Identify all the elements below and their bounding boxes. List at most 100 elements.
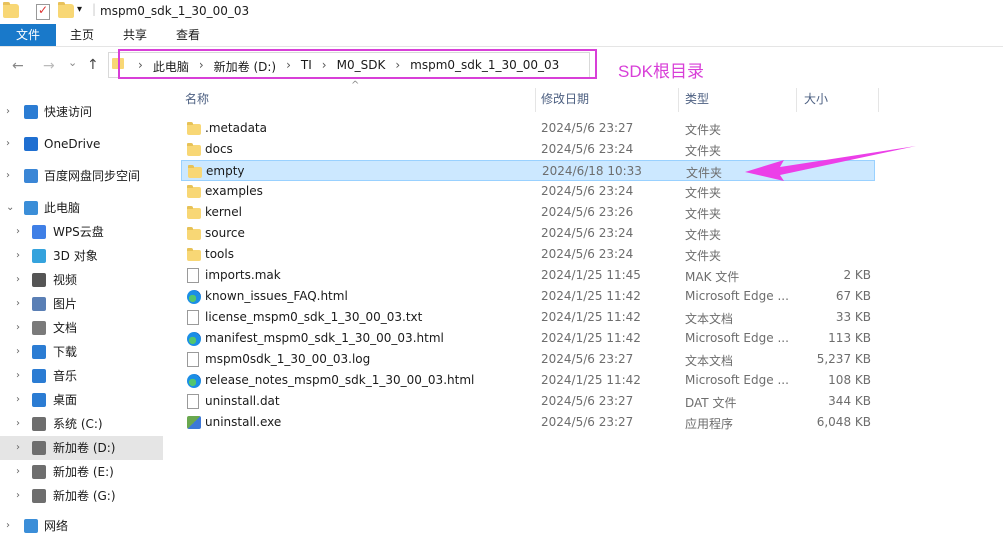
drive-icon	[32, 465, 46, 479]
sidebar-item-label: 图片	[53, 297, 78, 311]
column-divider[interactable]	[535, 88, 536, 112]
file-date: 2024/1/25 11:42	[541, 310, 641, 324]
chevron-right-icon[interactable]: ›	[16, 268, 20, 292]
file-type: Microsoft Edge ...	[685, 373, 789, 387]
column-divider[interactable]	[878, 88, 879, 112]
up-button[interactable]: ↑	[87, 57, 99, 73]
table-row[interactable]: .metadata 2024/5/6 23:27 文件夹	[181, 118, 875, 139]
chevron-right-icon[interactable]: ›	[16, 340, 20, 364]
chevron-right-icon[interactable]: ›	[16, 484, 20, 508]
folder-icon[interactable]	[3, 2, 19, 18]
chevron-down-icon[interactable]: ⌄	[6, 196, 14, 220]
file-size: 113 KB	[828, 331, 871, 345]
table-row[interactable]: release_notes_mspm0_sdk_1_30_00_03.html 2…	[181, 370, 875, 391]
chevron-right-icon[interactable]: ›	[16, 220, 20, 244]
file-date: 2024/5/6 23:27	[541, 121, 634, 135]
table-row[interactable]: uninstall.dat 2024/5/6 23:27 DAT 文件 344 KB	[181, 391, 875, 412]
file-date: 2024/5/6 23:24	[541, 226, 634, 240]
chevron-right-icon[interactable]: ›	[16, 244, 20, 268]
chevron-right-icon[interactable]: ›	[16, 316, 20, 340]
column-divider[interactable]	[678, 88, 679, 112]
sidebar-item[interactable]: › 视频	[0, 268, 163, 292]
properties-icon[interactable]	[36, 3, 50, 20]
table-row[interactable]: known_issues_FAQ.html 2024/1/25 11:42 Micr…	[181, 286, 875, 307]
table-row[interactable]: source 2024/5/6 23:24 文件夹	[181, 223, 875, 244]
table-row[interactable]: tools 2024/5/6 23:24 文件夹	[181, 244, 875, 265]
file-date: 2024/1/25 11:42	[541, 373, 641, 387]
column-header-size[interactable]: 大小	[804, 88, 828, 110]
tab-file[interactable]: 文件	[0, 24, 56, 46]
table-row[interactable]: docs 2024/5/6 23:24 文件夹	[181, 139, 875, 160]
sidebar-item[interactable]: › 新加卷 (E:)	[0, 460, 163, 484]
sidebar-item[interactable]: › 百度网盘同步空间	[0, 164, 163, 188]
annotation-label: SDK根目录	[618, 62, 704, 81]
document-icon	[32, 321, 46, 335]
file-date: 2024/5/6 23:24	[541, 142, 634, 156]
tab-view[interactable]: 查看	[176, 24, 200, 46]
sidebar-item[interactable]: › 新加卷 (G:)	[0, 484, 163, 508]
sidebar-item[interactable]: › 快速访问	[0, 100, 163, 124]
file-size: 5,237 KB	[816, 352, 871, 366]
wps-cloud-icon	[32, 225, 46, 239]
forward-button[interactable]: →	[43, 58, 55, 74]
chevron-right-icon[interactable]: ›	[6, 164, 10, 188]
sidebar-item[interactable]: › 网络	[0, 514, 163, 538]
file-name: mspm0sdk_1_30_00_03.log	[205, 352, 371, 366]
sidebar-item[interactable]: › 系统 (C:)	[0, 412, 163, 436]
sidebar-item[interactable]: › 桌面	[0, 388, 163, 412]
chevron-right-icon[interactable]: ›	[16, 412, 20, 436]
chevron-right-icon[interactable]: ›	[16, 460, 20, 484]
exe-icon	[187, 416, 201, 429]
chevron-right-icon[interactable]: ›	[16, 436, 20, 460]
sidebar-item[interactable]: › 下载	[0, 340, 163, 364]
file-date: 2024/5/6 23:27	[541, 394, 634, 408]
window-title: mspm0_sdk_1_30_00_03	[100, 4, 250, 18]
chevron-right-icon[interactable]: ›	[16, 364, 20, 388]
column-divider[interactable]	[796, 88, 797, 112]
column-header-name[interactable]: 名称	[185, 88, 209, 110]
tab-share[interactable]: 共享	[123, 24, 147, 46]
sidebar-item-label: 系统 (C:)	[53, 417, 103, 431]
table-row[interactable]: uninstall.exe 2024/5/6 23:27 应用程序 6,048 KB	[181, 412, 875, 433]
file-type: 文件夹	[685, 123, 722, 137]
customize-toolbar-icon[interactable]: ▾	[77, 4, 82, 15]
new-folder-icon[interactable]	[58, 2, 74, 18]
table-row[interactable]: license_mspm0_sdk_1_30_00_03.txt 2024/1/2…	[181, 307, 875, 328]
file-name: examples	[205, 184, 263, 198]
file-name: known_issues_FAQ.html	[205, 289, 348, 303]
cube-icon	[32, 249, 46, 263]
sidebar-item[interactable]: › 音乐	[0, 364, 163, 388]
table-row[interactable]: imports.mak 2024/1/25 11:45 MAK 文件 2 KB	[181, 265, 875, 286]
table-row[interactable]: manifest_mspm0_sdk_1_30_00_03.html 2024/1…	[181, 328, 875, 349]
table-row[interactable]: empty 2024/6/18 10:33 文件夹	[181, 160, 875, 181]
sidebar-item[interactable]: › 3D 对象	[0, 244, 163, 268]
chevron-right-icon[interactable]: ›	[6, 132, 10, 156]
column-header-type[interactable]: 类型	[685, 88, 709, 110]
file-type: 应用程序	[685, 417, 734, 431]
recent-locations-button[interactable]: ⌄	[68, 56, 77, 69]
table-row[interactable]: examples 2024/5/6 23:24 文件夹	[181, 181, 875, 202]
file-type: MAK 文件	[685, 270, 740, 284]
chevron-right-icon[interactable]: ›	[16, 388, 20, 412]
column-header-date[interactable]: 修改日期	[541, 88, 589, 110]
file-date: 2024/1/25 11:42	[541, 331, 641, 345]
sidebar-item[interactable]: › OneDrive	[0, 132, 163, 156]
sidebar-item[interactable]: › 新加卷 (D:)	[0, 436, 163, 460]
table-row[interactable]: mspm0sdk_1_30_00_03.log 2024/5/6 23:27 文本文…	[181, 349, 875, 370]
chevron-right-icon[interactable]: ›	[6, 100, 10, 124]
file-date: 2024/5/6 23:27	[541, 352, 634, 366]
file-icon	[187, 394, 199, 409]
chevron-right-icon[interactable]: ›	[16, 292, 20, 316]
sidebar-item-label: 3D 对象	[53, 249, 98, 263]
chevron-right-icon[interactable]: ›	[6, 514, 10, 538]
desktop-icon	[32, 393, 46, 407]
sidebar-item[interactable]: ⌄ 此电脑	[0, 196, 163, 220]
sidebar-item[interactable]: › 文档	[0, 316, 163, 340]
sidebar-item[interactable]: › WPS云盘	[0, 220, 163, 244]
sidebar-item[interactable]: › 图片	[0, 292, 163, 316]
title-separator: |	[92, 2, 97, 16]
annotation-highlight-box	[118, 49, 597, 79]
back-button[interactable]: ←	[12, 58, 24, 74]
table-row[interactable]: kernel 2024/5/6 23:26 文件夹	[181, 202, 875, 223]
tab-home[interactable]: 主页	[70, 24, 94, 46]
